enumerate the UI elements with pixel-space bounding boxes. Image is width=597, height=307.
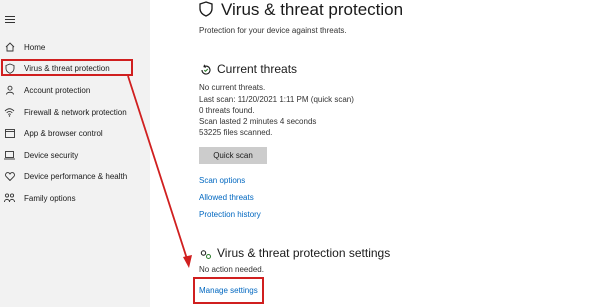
sidebar-item-label: Family options [24,193,76,203]
sidebar-item-label: App & browser control [24,128,103,138]
person-icon [4,85,15,96]
allowed-threats-link[interactable]: Allowed threats [199,193,254,202]
protection-settings-title: Virus & threat protection settings [217,246,391,260]
sidebar-item-label: Account protection [24,85,91,95]
sidebar: Home Virus & threat protection Account p… [0,0,150,307]
family-icon [4,193,15,204]
page-title: Virus & threat protection [221,0,404,19]
annotation-highlight-box [193,277,264,304]
home-icon [4,42,15,53]
sidebar-item-device-security[interactable]: Device security [0,146,150,164]
sidebar-item-firewall[interactable]: Firewall & network protection [0,103,150,121]
sidebar-item-home[interactable]: Home [0,38,150,56]
threat-status-line: No current threats. [199,83,266,92]
sidebar-item-label: Home [24,42,46,52]
sidebar-item-app-browser[interactable]: App & browser control [0,124,150,142]
shield-icon [199,1,213,17]
laptop-icon [4,150,15,161]
sidebar-item-device-performance[interactable]: Device performance & health [0,167,150,185]
wifi-icon [4,107,15,118]
sidebar-item-label: Device security [24,150,79,160]
sidebar-item-label: Firewall & network protection [24,107,127,117]
files-scanned-line: 53225 files scanned. [199,128,273,137]
sidebar-item-label: Device performance & health [24,171,128,181]
scan-duration-line: Scan lasted 2 minutes 4 seconds [199,117,317,126]
protection-history-link[interactable]: Protection history [199,210,261,219]
scan-options-link[interactable]: Scan options [199,176,245,185]
app-window-icon [4,128,15,139]
settings-gears-icon [200,247,212,259]
sidebar-item-family-options[interactable]: Family options [0,189,150,207]
page-subtitle: Protection for your device against threa… [199,26,347,35]
heart-icon [4,171,15,182]
sidebar-item-account-protection[interactable]: Account protection [0,81,150,99]
last-scan-line: Last scan: 11/20/2021 1:11 PM (quick sca… [199,95,354,104]
threats-found-line: 0 threats found. [199,106,255,115]
quick-scan-button[interactable]: Quick scan [199,147,267,164]
refresh-shield-icon [200,63,212,75]
annotation-highlight-box [1,59,133,76]
settings-status-line: No action needed. [199,265,264,274]
hamburger-menu-icon[interactable] [5,16,15,25]
current-threats-title: Current threats [217,62,298,76]
